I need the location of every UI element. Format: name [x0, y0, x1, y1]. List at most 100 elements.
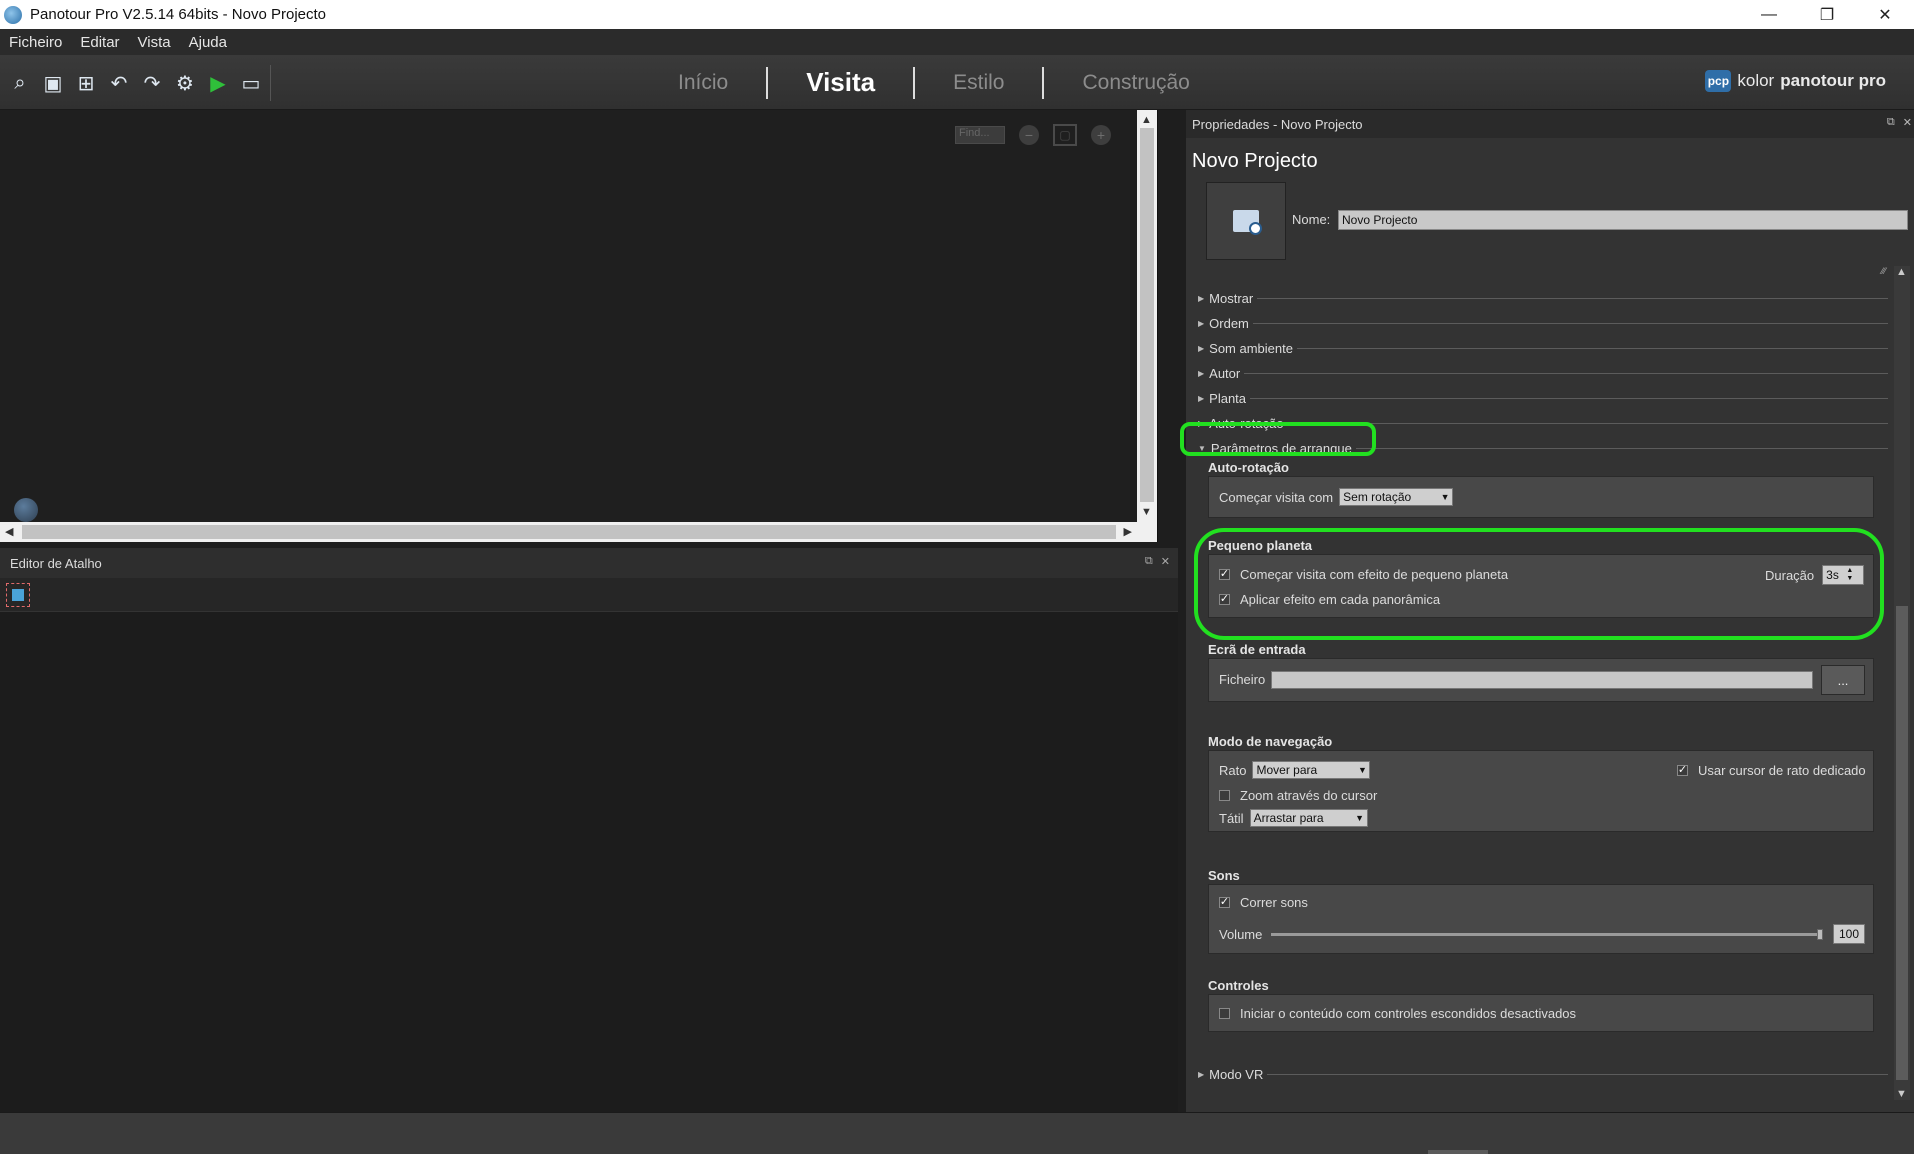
little-planet-each-row[interactable]: ✓ Aplicar efeito em cada panorâmica: [1219, 592, 1440, 607]
duration-label: Duração: [1765, 567, 1815, 583]
section-divider: [1355, 447, 1888, 449]
close-panel-icon[interactable]: ✕: [1161, 555, 1170, 568]
brand-kolor: kolor: [1737, 71, 1775, 90]
little-planet-each-checkbox[interactable]: ✓: [1219, 594, 1230, 605]
undo-icon[interactable]: ↶: [105, 69, 133, 97]
scroll-thumb[interactable]: [22, 525, 1116, 539]
spinbox-value: 3s: [1826, 568, 1839, 582]
tab-visita[interactable]: Visita: [768, 67, 913, 98]
section-parametros-de-arranque[interactable]: ▼ Parâmetros de arranque: [1198, 438, 1888, 458]
start-rotation-dropdown[interactable]: Sem rotação ▼: [1339, 488, 1454, 506]
little-planet-start-row[interactable]: ✓ Começar visita com efeito de pequeno p…: [1219, 567, 1508, 582]
settings-icon[interactable]: ⚙: [171, 69, 199, 97]
section-som-ambiente[interactable]: ▶ Som ambiente: [1198, 338, 1888, 358]
redo-icon[interactable]: ↷: [138, 69, 166, 97]
little-planet-group: ✓ Começar visita com efeito de pequeno p…: [1208, 554, 1874, 618]
find-icon[interactable]: ⌕: [6, 69, 34, 97]
touch-mode-dropdown[interactable]: Arrastar para ▼: [1249, 809, 1368, 827]
section-autor[interactable]: ▶ Autor: [1198, 363, 1888, 383]
folder-icon[interactable]: ▭: [237, 69, 265, 97]
volume-slider[interactable]: [1271, 929, 1823, 940]
scroll-down-icon[interactable]: ▼: [1141, 506, 1152, 518]
project-name-input[interactable]: Novo Projecto: [1338, 210, 1908, 230]
properties-header-buttons: ⧉ ✕: [1887, 116, 1912, 129]
scroll-left-icon[interactable]: ◀: [5, 525, 13, 538]
controls-group-title: Controles: [1208, 978, 1269, 993]
section-divider: [1296, 347, 1888, 349]
volume-value-field[interactable]: 100: [1833, 924, 1865, 944]
fov-field[interactable]: Find...: [955, 126, 1005, 144]
zoom-cursor-row[interactable]: Zoom através do cursor: [1219, 788, 1377, 803]
zoom-cursor-checkbox[interactable]: [1219, 790, 1230, 801]
resize-grip-icon[interactable]: ⁄⁄⁄: [1881, 266, 1886, 276]
expand-arrow-icon: ▶: [1198, 343, 1205, 353]
select-area-icon[interactable]: [6, 582, 30, 607]
hidden-controls-row[interactable]: Iniciar o conteúdo com controles escondi…: [1219, 1006, 1576, 1021]
dedicated-cursor-label: Usar cursor de rato dedicado: [1698, 763, 1866, 778]
section-modo-vr[interactable]: ▶ Modo VR: [1198, 1064, 1888, 1084]
scroll-down-icon[interactable]: ▼: [1896, 1088, 1907, 1100]
section-label: Auto-rotação: [1209, 415, 1284, 431]
little-planet-start-label: Começar visita com efeito de pequeno pla…: [1240, 567, 1509, 582]
scroll-right-icon[interactable]: ▶: [1124, 525, 1132, 538]
save-icon[interactable]: ▣: [39, 69, 67, 97]
close-button[interactable]: ✕: [1856, 0, 1914, 29]
float-panel-icon[interactable]: ⧉: [1887, 116, 1895, 129]
minimize-button[interactable]: —: [1740, 0, 1798, 29]
maximize-button[interactable]: ❐: [1798, 0, 1856, 29]
section-auto-rotacao[interactable]: ▶ Auto-rotação: [1198, 413, 1888, 433]
scroll-thumb[interactable]: [1140, 128, 1154, 502]
browse-file-button[interactable]: ...: [1821, 665, 1865, 695]
navigation-group-title: Modo de navegação: [1208, 734, 1333, 749]
duration-spinbox[interactable]: 3s ▲ ▼: [1822, 565, 1865, 585]
menu-vista[interactable]: Vista: [129, 34, 180, 51]
scroll-thumb[interactable]: [1896, 606, 1908, 1080]
autorotation-group: Começar visita com Sem rotação ▼: [1208, 476, 1874, 518]
collapse-arrow-icon: ▼: [1198, 443, 1206, 453]
play-icon[interactable]: ▶: [204, 69, 232, 97]
section-label: Som ambiente: [1209, 340, 1293, 356]
section-label: Modo VR: [1209, 1066, 1264, 1082]
project-thumbnail[interactable]: [1206, 182, 1286, 260]
play-sounds-label: Correr sons: [1240, 895, 1308, 910]
float-panel-icon[interactable]: ⧉: [1145, 555, 1153, 568]
little-planet-start-checkbox[interactable]: ✓: [1219, 569, 1230, 580]
chevron-down-icon: ▼: [1355, 813, 1365, 823]
menu-ajuda[interactable]: Ajuda: [180, 34, 236, 51]
compass-icon[interactable]: [14, 498, 38, 522]
close-panel-icon[interactable]: ✕: [1903, 116, 1912, 129]
main-toolbar: ⌕ ▣ ⊞ ↶ ↷ ⚙ ▶ ▭ Início Visita Estilo Con…: [0, 55, 1914, 110]
viewer-horizontal-scrollbar[interactable]: ◀ ▶: [0, 522, 1157, 542]
section-ordem[interactable]: ▶ Ordem: [1198, 313, 1888, 333]
menu-ficheiro[interactable]: Ficheiro: [0, 34, 71, 51]
entry-screen-group: Ficheiro ...: [1208, 658, 1874, 702]
section-divider: [1267, 1073, 1888, 1075]
play-sounds-checkbox[interactable]: ✓: [1219, 897, 1230, 908]
zoom-in-icon[interactable]: +: [1091, 125, 1111, 145]
dedicated-cursor-row[interactable]: ✓ Usar cursor de rato dedicado: [1677, 763, 1866, 778]
section-planta[interactable]: ▶ Planta: [1198, 388, 1888, 408]
mouse-mode-dropdown[interactable]: Mover para ▼: [1252, 761, 1371, 779]
section-label: Planta: [1209, 390, 1247, 406]
hidden-controls-checkbox[interactable]: [1219, 1008, 1230, 1019]
section-mostrar[interactable]: ▶ Mostrar: [1198, 288, 1888, 308]
entry-file-input[interactable]: [1271, 671, 1813, 689]
zoom-cursor-label: Zoom através do cursor: [1240, 788, 1378, 803]
dedicated-cursor-checkbox[interactable]: ✓: [1677, 765, 1688, 776]
tab-inicio[interactable]: Início: [640, 71, 766, 95]
tab-construcao[interactable]: Construção: [1044, 71, 1227, 95]
add-panorama-icon[interactable]: ⊞: [72, 69, 100, 97]
spin-arrows-icon[interactable]: ▲ ▼: [1843, 567, 1857, 583]
viewer-vertical-scrollbar[interactable]: ▲ ▼: [1137, 110, 1157, 522]
menu-editar[interactable]: Editar: [71, 34, 128, 51]
fit-view-icon[interactable]: ▢: [1053, 124, 1077, 146]
panorama-viewer[interactable]: Find... − ▢ + ▲ ▼ ◀ ▶: [0, 110, 1158, 542]
scroll-up-icon[interactable]: ▲: [1896, 266, 1907, 278]
zoom-out-icon[interactable]: −: [1019, 125, 1039, 145]
tab-estilo[interactable]: Estilo: [915, 71, 1042, 95]
scroll-up-icon[interactable]: ▲: [1141, 114, 1152, 126]
play-sounds-row[interactable]: ✓ Correr sons: [1219, 895, 1308, 910]
touch-mode-row: Tátil Arrastar para ▼: [1219, 809, 1368, 827]
properties-scrollbar[interactable]: ▲ ▼: [1894, 266, 1910, 1100]
volume-slider-handle[interactable]: [1817, 929, 1823, 940]
